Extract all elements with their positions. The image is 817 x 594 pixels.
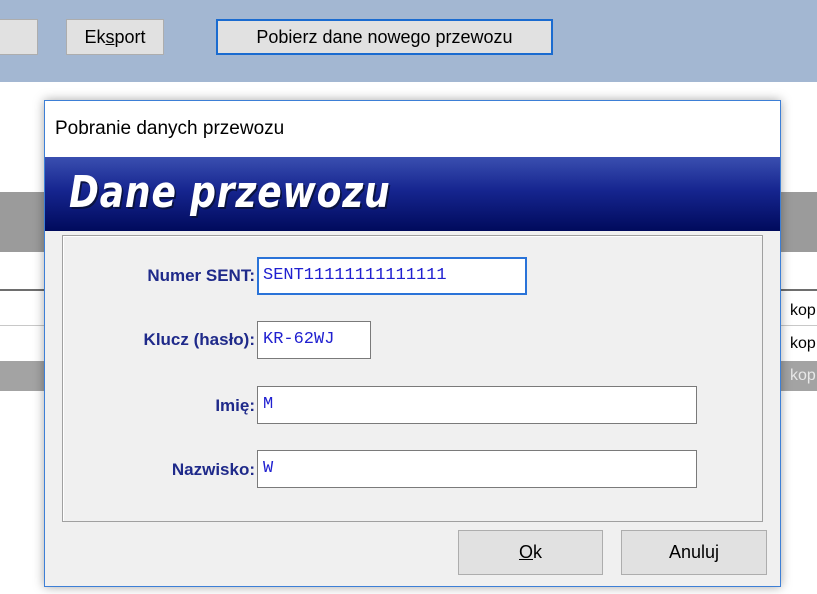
grid-cell: kop (790, 335, 816, 352)
nazwisko-input[interactable]: W (257, 450, 697, 488)
numer-sent-input[interactable]: SENT11111111111111 (257, 257, 527, 295)
fetch-button-label: Pobierz dane nowego przewozu (256, 27, 513, 47)
dialog-title: Pobranie danych przewozu (55, 118, 285, 139)
numer-sent-value: SENT11111111111111 (263, 266, 447, 285)
banner-title: Dane przewozu (69, 167, 391, 218)
ok-button[interactable]: Ok (458, 530, 603, 575)
export-label-pre: Ek (84, 27, 106, 47)
klucz-label: Klucz (hasło): (143, 330, 255, 349)
cancel-label: Anuluj (668, 542, 720, 562)
numer-sent-label: Numer SENT: (147, 266, 255, 285)
nazwisko-label: Nazwisko: (171, 460, 255, 479)
form-panel: Numer SENT: Klucz (hasło): Imię: Nazwisk… (62, 235, 763, 522)
fetch-transport-dialog: Pobranie danych przewozu Dane przewozu N… (44, 100, 781, 587)
dialog-titlebar[interactable]: Pobranie danych przewozu (45, 101, 780, 157)
klucz-value: KR-62WJ (263, 330, 335, 349)
toolbar-button-partial[interactable] (0, 19, 38, 55)
imie-value: M (263, 395, 274, 414)
label-column: Numer SENT: Klucz (hasło): Imię: Nazwisk… (63, 236, 255, 521)
ok-rest: k (533, 542, 542, 562)
grid-row[interactable]: kop (776, 329, 817, 359)
cancel-button[interactable]: Anuluj (621, 530, 767, 575)
klucz-input[interactable]: KR-62WJ (257, 321, 371, 359)
nazwisko-value: W (263, 459, 274, 478)
app-toolbar: Eksport Pobierz dane nowego przewozu (0, 0, 817, 82)
fetch-new-transport-button[interactable]: Pobierz dane nowego przewozu (216, 19, 553, 55)
grid-cell: kop (790, 302, 816, 319)
export-label-post: port (114, 27, 146, 47)
dialog-banner: Dane przewozu (45, 157, 780, 231)
ok-accel: O (518, 542, 533, 562)
export-button[interactable]: Eksport (66, 19, 164, 55)
imie-input[interactable]: M (257, 386, 697, 424)
grid-cell: kop (790, 367, 816, 384)
imie-label: Imię: (215, 396, 255, 415)
grid-row[interactable]: kop (776, 296, 817, 326)
